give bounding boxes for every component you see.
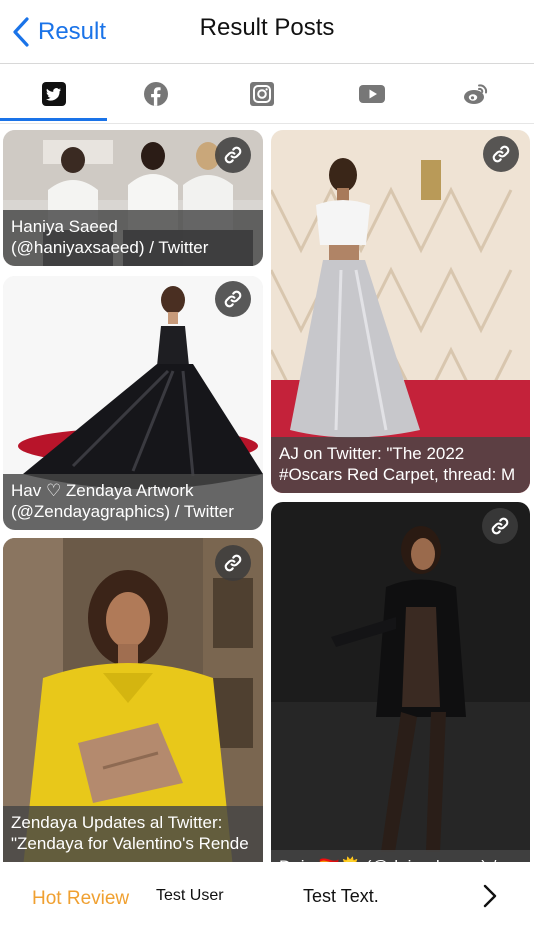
page-title: Result Posts: [199, 14, 335, 41]
post-caption: AJ on Twitter: "The 2022 #Oscars Red Car…: [271, 437, 530, 493]
post-caption: Hav ♡ Zendaya Artwork (@Zendayagraphics)…: [3, 474, 263, 530]
open-link-button[interactable]: [215, 281, 251, 317]
twitter-icon: [41, 82, 66, 106]
post-card[interactable]: Haniya Saeed (@haniyaxsaeed) / Twitter: [3, 130, 263, 266]
link-icon: [491, 517, 509, 535]
post-caption: Zendaya Updates al Twitter: "Zendaya for…: [3, 806, 263, 862]
selected-tab-indicator: [0, 118, 107, 121]
youtube-icon: [358, 85, 385, 103]
post-card[interactable]: AJ on Twitter: "The 2022 #Oscars Red Car…: [271, 130, 530, 493]
link-icon: [224, 146, 242, 164]
instagram-icon: [249, 82, 274, 106]
post-caption-line: AJ on Twitter: "The 2022: [279, 444, 465, 463]
review-text: Test Text.: [303, 886, 379, 906]
open-link-button[interactable]: [215, 545, 251, 581]
link-icon: [492, 145, 510, 163]
tab-youtube[interactable]: [318, 64, 425, 124]
nav-header: Result Result Posts: [0, 0, 534, 64]
tab-weibo[interactable]: [422, 64, 529, 124]
open-link-button[interactable]: [482, 508, 518, 544]
post-card[interactable]: Hav ♡ Zendaya Artwork (@Zendayagraphics)…: [3, 276, 263, 530]
tab-facebook[interactable]: [102, 64, 209, 124]
link-icon: [224, 290, 242, 308]
post-caption-line: (@Zendayagraphics) / Twitter: [11, 502, 234, 521]
post-caption-line: #Oscars Red Carpet, thread: M: [279, 465, 516, 484]
bottom-bar: Hot Review Test User Test Text.: [0, 862, 534, 950]
weibo-icon: [463, 84, 487, 104]
tab-instagram[interactable]: [208, 64, 315, 124]
result-posts-screen: { "header": { "back_label": "Result", "t…: [0, 0, 534, 950]
post-caption: Haniya Saeed (@haniyaxsaeed) / Twitter: [3, 210, 263, 266]
link-icon: [224, 554, 242, 572]
post-caption-line: (@haniyaxsaeed) / Twitter: [11, 238, 209, 257]
user-name: Test User: [156, 887, 224, 904]
tab-twitter[interactable]: [0, 64, 107, 124]
post-image: [271, 502, 530, 868]
post-caption-line: Hav ♡ Zendaya Artwork: [11, 481, 194, 500]
hot-review-button[interactable]: Hot Review: [32, 888, 129, 910]
platform-tabs: [0, 64, 534, 124]
post-card[interactable]: Zendaya Updates al Twitter: "Zendaya for…: [3, 538, 263, 868]
post-caption-line: Zendaya Updates al Twitter:: [11, 813, 223, 832]
open-link-button[interactable]: [215, 137, 251, 173]
post-card[interactable]: Deja 🏳️‍🌈🌞 (@deja_demos) /: [271, 502, 530, 868]
facebook-icon: [143, 82, 168, 106]
open-link-button[interactable]: [483, 136, 519, 172]
chevron-right-icon[interactable]: [478, 882, 502, 910]
post-caption-line: Haniya Saeed: [11, 217, 118, 236]
post-caption-line: "Zendaya for Valentino's Rende: [11, 834, 249, 853]
